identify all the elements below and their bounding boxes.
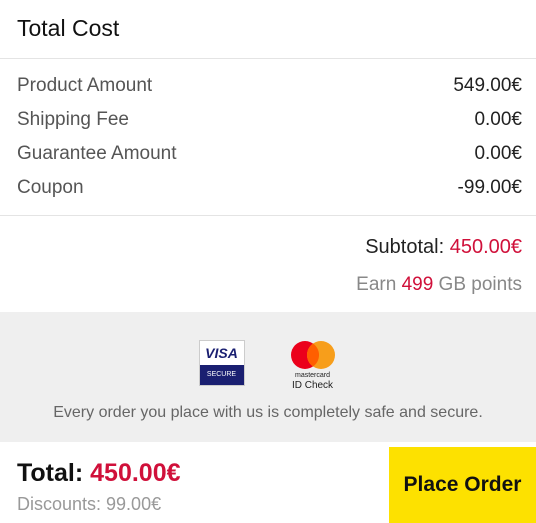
mastercard-id-check: ID Check [291,380,334,391]
subtotal: Subtotal: 450.00€ [17,230,522,270]
earn-prefix: Earn [356,274,402,295]
secure-payment-panel: VISA SECURE mastercard ID Check Every or… [0,312,536,442]
place-order-button[interactable]: Place Order [389,447,536,523]
line-value: 0.00€ [474,143,522,164]
order-total: Total: 450.00€ [17,459,181,488]
line-product-amount: Product Amount 549.00€ [17,69,522,103]
line-coupon: Coupon -99.00€ [17,171,522,205]
page-title: Total Cost [0,0,536,59]
cost-lines: Product Amount 549.00€ Shipping Fee 0.00… [0,59,536,216]
mastercard-circles-icon [290,341,335,369]
line-label: Coupon [17,177,84,198]
line-value: 0.00€ [474,109,522,130]
earn-points-value: 499 [401,274,434,295]
visa-logo-text: VISA [205,345,238,361]
payment-logos: VISA SECURE mastercard ID Check [198,340,338,391]
line-label: Product Amount [17,75,153,96]
earn-suffix: GB points [433,274,522,295]
visa-secure-logo: VISA SECURE [198,340,245,386]
footer-totals: Total: 450.00€ Discounts: 99.00€ [0,447,181,523]
total-value: 450.00€ [90,459,181,487]
secure-note: Every order you place with us is complet… [53,404,483,421]
line-label: Guarantee Amount [17,143,177,164]
mastercard-id-check-logo: mastercard ID Check [288,340,338,391]
earn-points: Earn 499 GB points [17,270,522,300]
visa-secure-text: SECURE [199,365,244,385]
line-value: -99.00€ [457,177,522,198]
subtotal-label: Subtotal: [365,236,450,258]
summary: Subtotal: 450.00€ Earn 499 GB points [0,216,536,312]
checkout-footer: Total: 450.00€ Discounts: 99.00€ Place O… [0,447,536,523]
line-label: Shipping Fee [17,109,129,130]
line-value: 549.00€ [453,75,522,96]
line-guarantee-amount: Guarantee Amount 0.00€ [17,137,522,171]
total-label: Total: [17,459,91,487]
mastercard-name: mastercard [294,372,330,379]
subtotal-value: 450.00€ [449,236,522,258]
discounts: Discounts: 99.00€ [17,494,162,514]
line-shipping-fee: Shipping Fee 0.00€ [17,103,522,137]
